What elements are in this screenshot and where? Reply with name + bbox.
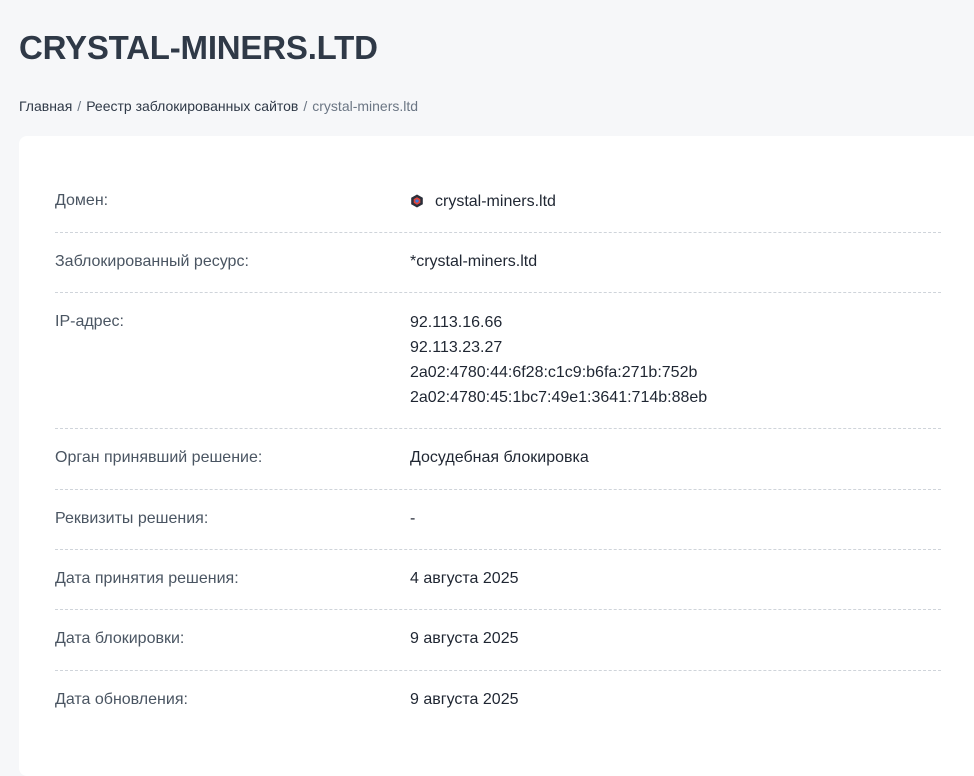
row-decision-details: Реквизиты решения: - [55, 490, 941, 550]
ip-value: 2a02:4780:45:1bc7:49e1:3641:714b:88eb [410, 389, 708, 406]
row-blocked-resource: Заблокированный ресурс: *crystal-miners.… [55, 233, 941, 293]
domain-text: crystal-miners.ltd [435, 193, 556, 210]
decision-details-label: Реквизиты решения: [55, 510, 209, 527]
ip-values: 92.113.16.66 92.113.23.27 2a02:4780:44:6… [410, 310, 707, 410]
authority-label: Орган принявший решение: [55, 449, 263, 466]
blocked-resource-label: Заблокированный ресурс: [55, 253, 249, 270]
ip-value: 92.113.16.66 [410, 314, 503, 331]
breadcrumb-separator: / [77, 98, 82, 114]
ip-value: 2a02:4780:44:6f28:c1c9:b6fa:271b:752b [410, 364, 698, 381]
row-ip-address: IP-адрес: 92.113.16.66 92.113.23.27 2a02… [55, 293, 941, 429]
decision-details-value: - [410, 510, 416, 527]
page-title: CRYSTAL-MINERS.LTD [19, 29, 378, 66]
decision-date-value: 4 августа 2025 [410, 570, 519, 587]
row-domain: Домен: crystal-miners.ltd [55, 177, 941, 233]
breadcrumb: Главная / Реестр заблокированных сайтов / cr… [19, 97, 418, 115]
domain-label: Домен: [55, 192, 109, 209]
decision-date-label: Дата принятия решения: [55, 570, 239, 587]
breadcrumb-current: crystal-miners.ltd [312, 98, 419, 114]
ip-value: 92.113.23.27 [410, 339, 503, 356]
row-authority: Орган принявший решение: Досудебная блок… [55, 429, 941, 490]
breadcrumb-registry-link[interactable]: Реестр заблокированных сайтов [86, 98, 298, 114]
blocked-resource-value: *crystal-miners.ltd [410, 253, 538, 270]
block-date-value: 9 августа 2025 [410, 630, 519, 647]
block-date-label: Дата блокировки: [55, 630, 185, 647]
breadcrumb-home-link[interactable]: Главная [19, 98, 72, 114]
domain-value: crystal-miners.ltd [410, 189, 556, 214]
row-block-date: Дата блокировки: 9 августа 2025 [55, 610, 941, 671]
update-date-value: 9 августа 2025 [410, 691, 519, 708]
site-favicon-icon [411, 194, 423, 208]
row-decision-date: Дата принятия решения: 4 августа 2025 [55, 550, 941, 610]
update-date-label: Дата обновления: [55, 691, 188, 708]
details-card: Домен: crystal-miners.ltd Заблокированны… [19, 136, 974, 776]
ip-label: IP-адрес: [55, 313, 124, 330]
authority-value: Досудебная блокировка [410, 449, 589, 466]
breadcrumb-separator: / [303, 98, 308, 114]
row-update-date: Дата обновления: 9 августа 2025 [55, 671, 941, 731]
